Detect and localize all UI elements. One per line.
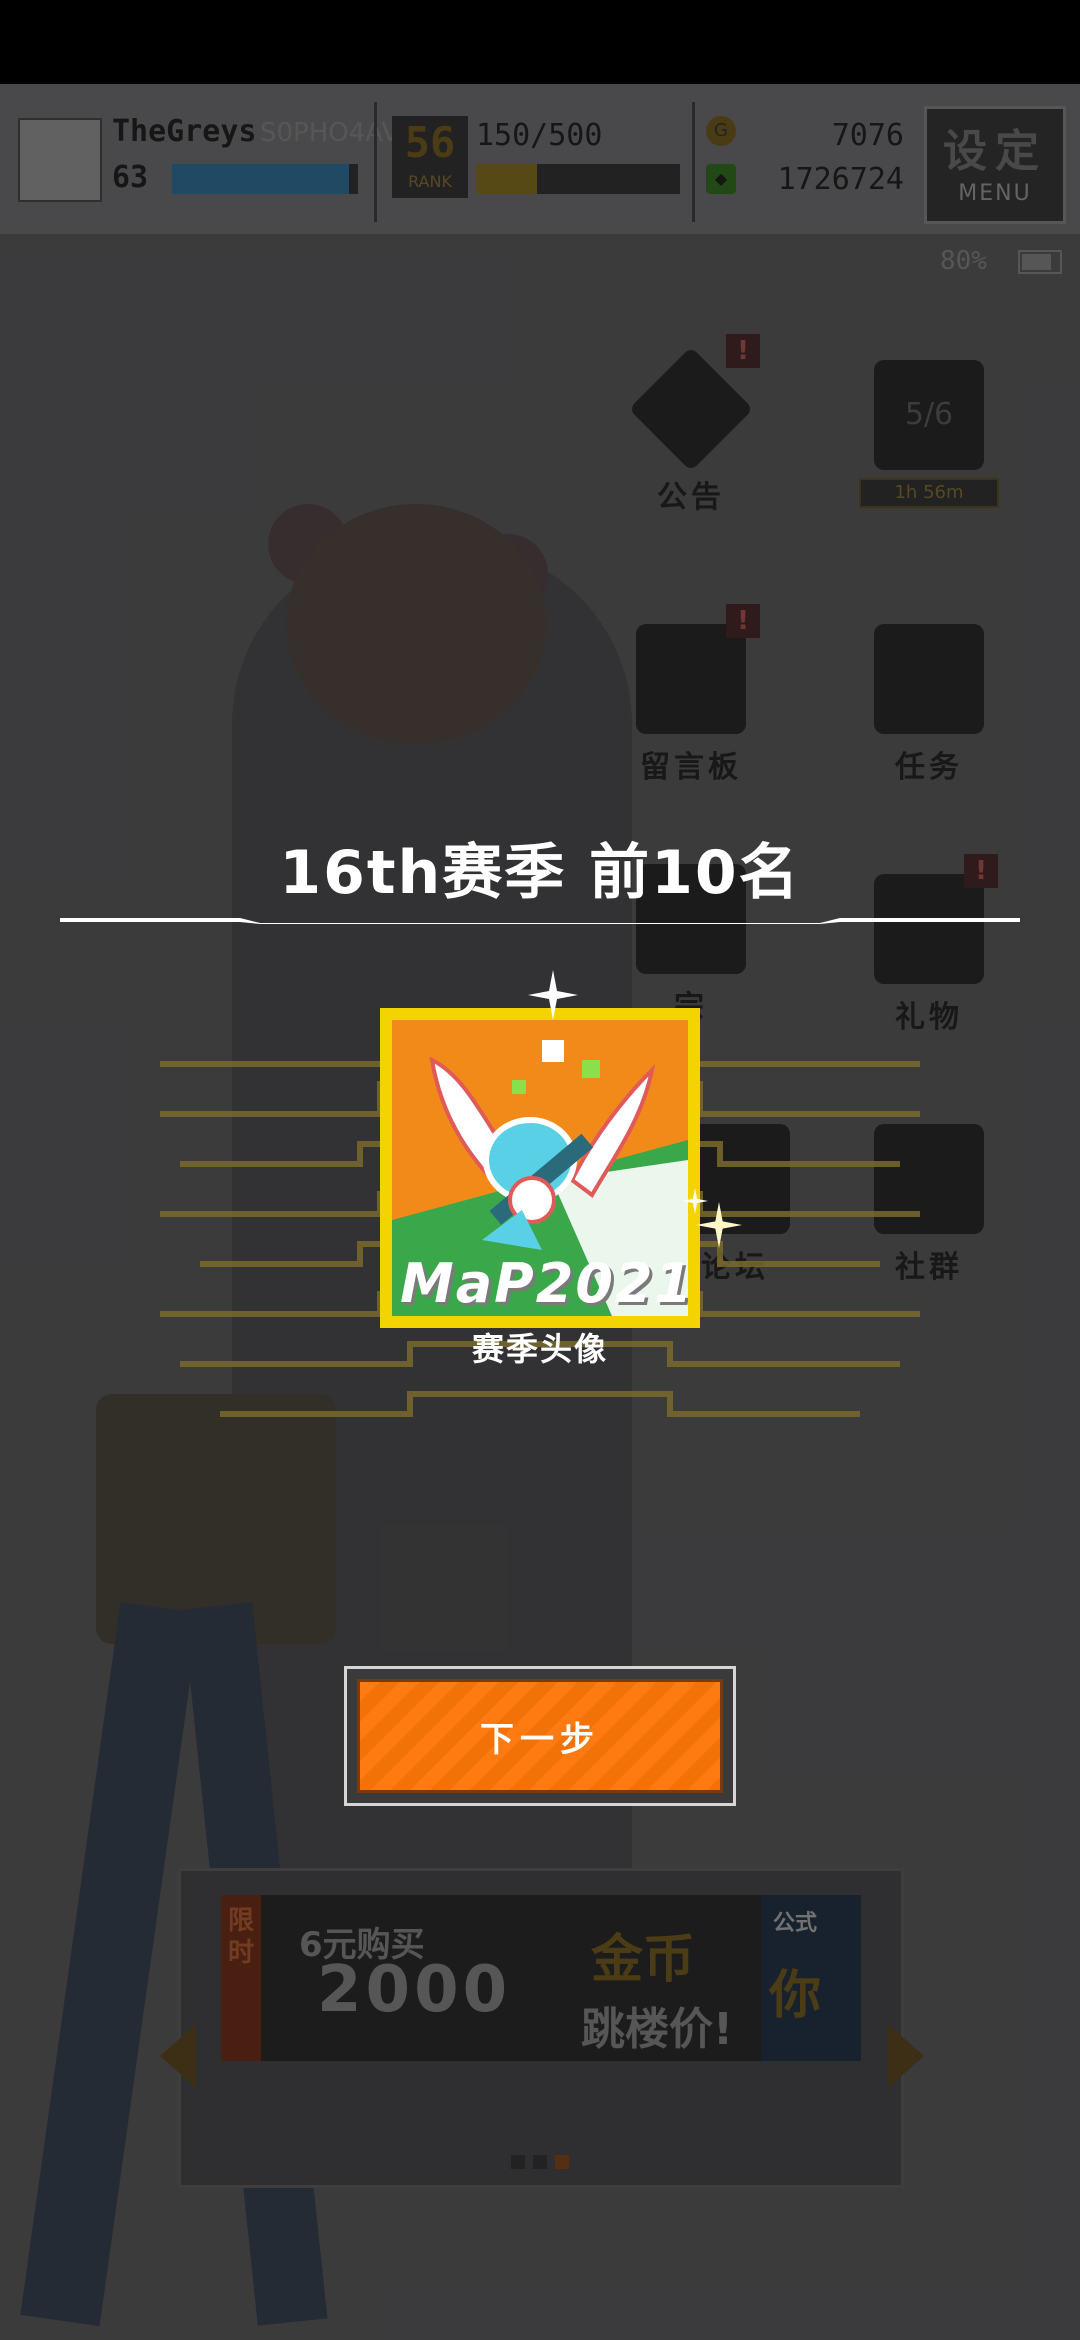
reward-title: 16th赛季 前10名 <box>279 838 801 908</box>
sparkle-icon <box>682 1188 708 1214</box>
next-step-button-face[interactable]: 下一步 <box>357 1679 723 1793</box>
game-scene: TheGreys S0PHO4AVH 63 56 RANK 150/500 G … <box>0 84 1080 2340</box>
status-bar <box>0 0 1080 84</box>
title-divider <box>60 916 1020 924</box>
reward-item-avatar: MaP2021 <box>380 1008 700 1328</box>
reward-item-art: MaP2021 <box>392 1020 688 1316</box>
next-step-button[interactable]: 下一步 <box>344 1666 736 1806</box>
reward-item-name: 赛季头像 <box>471 1330 608 1368</box>
next-step-label: 下一步 <box>480 1719 600 1760</box>
reward-item-art-label: MaP2021 <box>400 1252 688 1315</box>
sparkle-icon <box>528 970 578 1020</box>
